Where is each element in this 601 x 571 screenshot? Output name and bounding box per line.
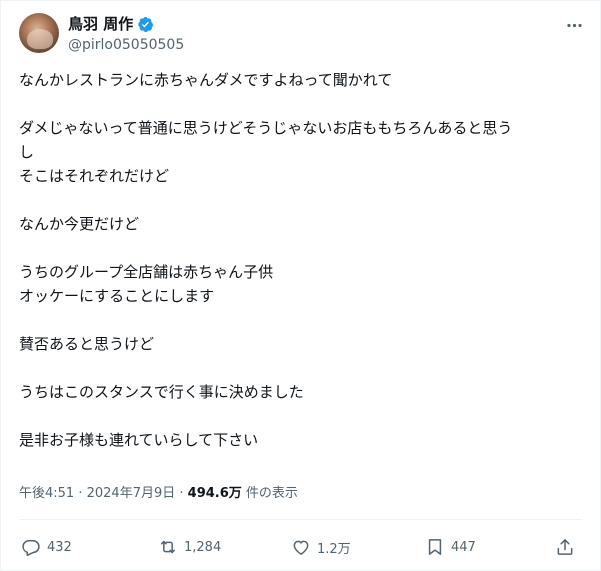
share-button[interactable]: [555, 537, 575, 557]
post-line: [19, 188, 584, 212]
post-card: 鳥羽 周作 @pirlo05050505 なんかレストランに赤ちゃんダメですよね…: [0, 0, 601, 571]
display-name[interactable]: 鳥羽 周作: [68, 15, 133, 34]
view-suffix: 件の表示: [241, 486, 298, 501]
share-icon: [557, 539, 573, 555]
retweet-button[interactable]: 1,284: [158, 537, 221, 557]
post-line: ダメじゃないって普通に思うけどそうじゃないお店ももちろんあると思う: [19, 119, 513, 137]
like-button[interactable]: 1.2万: [291, 537, 351, 557]
post-time[interactable]: 午後4:51: [19, 486, 74, 501]
post-line: オッケーにすることにします: [19, 287, 215, 305]
reply-count: 432: [47, 539, 72, 555]
post-line: し: [19, 143, 35, 161]
post-date[interactable]: 2024年7月9日: [87, 486, 176, 501]
like-count: 1.2万: [317, 541, 351, 557]
post-line: [19, 236, 584, 260]
bookmark-button[interactable]: 447: [425, 537, 476, 557]
post-line: うちはこのスタンスで行く事に決めました: [19, 383, 304, 401]
post-line: うちのグループ全店舗は赤ちゃん子供: [19, 263, 274, 281]
meta-separator: ·: [74, 486, 87, 501]
post-line: なんかレストランに赤ちゃんダメですよねって聞かれて: [19, 71, 393, 89]
post-text: なんかレストランに赤ちゃんダメですよねって聞かれて ダメじゃないって普通に思うけ…: [19, 68, 584, 452]
bookmark-count: 447: [451, 539, 476, 555]
post-line: [19, 308, 584, 332]
reply-button[interactable]: 432: [21, 537, 72, 557]
post-line: [19, 92, 584, 116]
post-line: なんか今更だけど: [19, 215, 140, 233]
post-meta: 午後4:51 · 2024年7月9日 · 494.6万 件の表示: [19, 485, 298, 503]
name-row: 鳥羽 周作: [68, 15, 154, 34]
verified-icon[interactable]: [137, 16, 154, 33]
reply-icon: [22, 540, 40, 557]
retweet-count: 1,284: [184, 539, 222, 555]
post-line: 賛否あると思うけど: [19, 335, 155, 353]
post-line: [19, 356, 584, 380]
user-handle[interactable]: @pirlo05050505: [68, 36, 184, 54]
divider: [19, 519, 582, 520]
meta-separator-2: ·: [175, 486, 188, 501]
post-line: [19, 404, 584, 428]
retweet-icon: [161, 540, 175, 554]
view-count: 494.6万: [187, 486, 242, 501]
like-icon: [293, 540, 309, 555]
bookmark-icon: [428, 539, 442, 555]
action-bar: 432 1,284 1.2万 447: [19, 537, 582, 561]
more-icon[interactable]: [564, 15, 584, 35]
post-header: 鳥羽 周作 @pirlo05050505: [19, 11, 584, 59]
post-line: 是非お子様も連れていらして下さい: [19, 431, 259, 449]
avatar[interactable]: [19, 13, 59, 53]
post-line: そこはそれぞれだけど: [19, 167, 170, 185]
